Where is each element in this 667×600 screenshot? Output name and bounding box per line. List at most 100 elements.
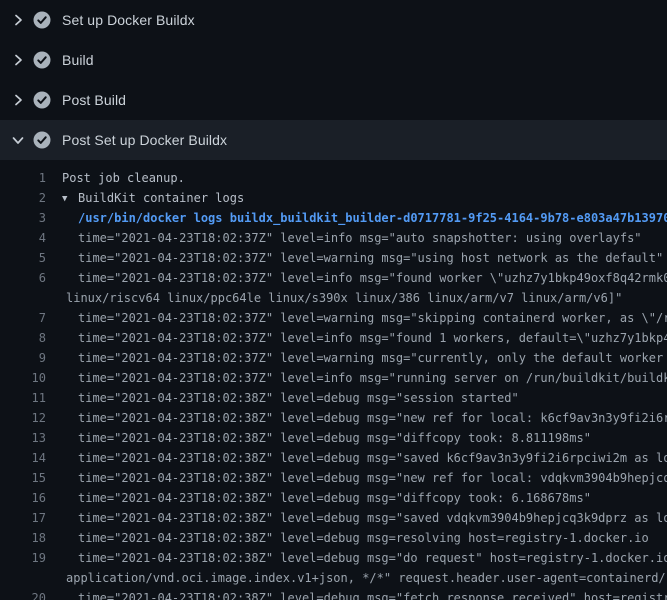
log-area: 1 Post job cleanup. 2 ▼ BuildKit containe… [0, 160, 667, 600]
log-line-text: time="2021-04-23T18:02:37Z" level=warnin… [62, 248, 667, 268]
log-line: 8 time="2021-04-23T18:02:37Z" level=info… [0, 328, 667, 348]
log-line: 1 Post job cleanup. [0, 168, 667, 188]
log-line-number[interactable]: 3 [0, 208, 46, 228]
log-text: time="2021-04-23T18:02:37Z" level=info m… [78, 271, 667, 285]
log-line-number[interactable]: 14 [0, 448, 46, 468]
log-line-text: linux/riscv64 linux/ppc64le linux/s390x … [62, 288, 667, 308]
log-text: time="2021-04-23T18:02:37Z" level=warnin… [78, 351, 667, 365]
log-text: time="2021-04-23T18:02:37Z" level=info m… [78, 371, 667, 385]
step-label: Post Set up Docker Buildx [62, 132, 227, 148]
log-line: 19 time="2021-04-23T18:02:38Z" level=deb… [0, 548, 667, 568]
log-line-text: time="2021-04-23T18:02:38Z" level=debug … [62, 508, 667, 528]
log-line-number[interactable]: 20 [0, 588, 46, 600]
log-text: time="2021-04-23T18:02:37Z" level=warnin… [78, 311, 667, 325]
log-line: 16 time="2021-04-23T18:02:38Z" level=deb… [0, 488, 667, 508]
log-text: time="2021-04-23T18:02:38Z" level=debug … [78, 511, 667, 525]
log-text: time="2021-04-23T18:02:38Z" level=debug … [78, 471, 667, 485]
log-line-number[interactable]: 4 [0, 228, 46, 248]
log-line-number[interactable]: 6 [0, 268, 46, 288]
log-text: time="2021-04-23T18:02:37Z" level=warnin… [78, 251, 663, 265]
step-row[interactable]: Post Set up Docker Buildx [0, 120, 667, 160]
log-line-text: time="2021-04-23T18:02:37Z" level=info m… [62, 268, 667, 288]
log-line: 7 time="2021-04-23T18:02:37Z" level=warn… [0, 308, 667, 328]
log-line: 13 time="2021-04-23T18:02:38Z" level=deb… [0, 428, 667, 448]
log-line: 5 time="2021-04-23T18:02:37Z" level=warn… [0, 248, 667, 268]
log-text: /usr/bin/docker logs buildx_buildkit_bui… [78, 211, 667, 225]
log-line-number[interactable]: 12 [0, 408, 46, 428]
log-line-text: time="2021-04-23T18:02:37Z" level=warnin… [62, 348, 667, 368]
log-text: time="2021-04-23T18:02:38Z" level=debug … [78, 491, 591, 505]
log-line-text: time="2021-04-23T18:02:38Z" level=debug … [62, 448, 667, 468]
log-text: time="2021-04-23T18:02:38Z" level=debug … [78, 591, 667, 600]
log-line: 9 time="2021-04-23T18:02:37Z" level=warn… [0, 348, 667, 368]
chevron-right-icon [10, 52, 26, 68]
check-circle-icon [33, 51, 51, 69]
log-line-text: time="2021-04-23T18:02:38Z" level=debug … [62, 588, 667, 600]
log-line-number[interactable]: 19 [0, 548, 46, 568]
log-line-number[interactable]: 15 [0, 468, 46, 488]
log-line-number[interactable]: 16 [0, 488, 46, 508]
check-circle-icon [33, 11, 51, 29]
chevron-down-icon [10, 132, 26, 148]
log-line-number[interactable]: 5 [0, 248, 46, 268]
log-text: time="2021-04-23T18:02:38Z" level=debug … [78, 451, 667, 465]
log-line: 2 ▼ BuildKit container logs [0, 188, 667, 208]
log-line: linux/riscv64 linux/ppc64le linux/s390x … [0, 288, 667, 308]
chevron-right-icon [10, 12, 26, 28]
log-line: 15 time="2021-04-23T18:02:38Z" level=deb… [0, 468, 667, 488]
log-text: time="2021-04-23T18:02:38Z" level=debug … [78, 531, 649, 545]
log-line-number[interactable]: 8 [0, 328, 46, 348]
step-row[interactable]: Set up Docker Buildx [0, 0, 667, 40]
log-line: 10 time="2021-04-23T18:02:37Z" level=inf… [0, 368, 667, 388]
log-line-text: time="2021-04-23T18:02:38Z" level=debug … [62, 428, 667, 448]
log-text: time="2021-04-23T18:02:38Z" level=debug … [78, 551, 667, 565]
log-line: 18 time="2021-04-23T18:02:38Z" level=deb… [0, 528, 667, 548]
step-row[interactable]: Post Build [0, 80, 667, 120]
log-line: 6 time="2021-04-23T18:02:37Z" level=info… [0, 268, 667, 288]
log-text: time="2021-04-23T18:02:38Z" level=debug … [78, 391, 519, 405]
log-line-text: time="2021-04-23T18:02:37Z" level=info m… [62, 328, 667, 348]
log-line-number[interactable]: 17 [0, 508, 46, 528]
log-line-text: /usr/bin/docker logs buildx_buildkit_bui… [62, 208, 667, 228]
log-text: BuildKit container logs [78, 191, 244, 205]
chevron-right-icon [10, 92, 26, 108]
log-line-number[interactable]: 10 [0, 368, 46, 388]
check-circle-icon [33, 91, 51, 109]
group-toggle-icon[interactable]: ▼ [62, 189, 71, 209]
log-line-text: time="2021-04-23T18:02:38Z" level=debug … [62, 388, 667, 408]
log-line-number[interactable]: 9 [0, 348, 46, 368]
log-line-number[interactable]: 7 [0, 308, 46, 328]
check-circle-icon [33, 131, 51, 149]
log-line: application/vnd.oci.image.index.v1+json,… [0, 568, 667, 588]
log-text: linux/riscv64 linux/ppc64le linux/s390x … [66, 291, 622, 305]
step-label: Post Build [62, 92, 126, 108]
step-row[interactable]: Build [0, 40, 667, 80]
log-line-text: time="2021-04-23T18:02:38Z" level=debug … [62, 548, 667, 568]
log-text: time="2021-04-23T18:02:38Z" level=debug … [78, 411, 667, 425]
log-text: Post job cleanup. [62, 171, 185, 185]
step-label: Build [62, 52, 94, 68]
step-label: Set up Docker Buildx [62, 12, 195, 28]
log-line: 3 /usr/bin/docker logs buildx_buildkit_b… [0, 208, 667, 228]
log-line-number[interactable]: 18 [0, 528, 46, 548]
log-line-number[interactable]: 1 [0, 168, 46, 188]
log-line: 4 time="2021-04-23T18:02:37Z" level=info… [0, 228, 667, 248]
log-line-number[interactable]: 11 [0, 388, 46, 408]
log-line-text: Post job cleanup. [62, 168, 667, 188]
log-line-text: time="2021-04-23T18:02:38Z" level=debug … [62, 408, 667, 428]
log-line-number[interactable]: 2 [0, 188, 46, 208]
log-text: time="2021-04-23T18:02:37Z" level=info m… [78, 331, 667, 345]
log-line: 12 time="2021-04-23T18:02:38Z" level=deb… [0, 408, 667, 428]
log-text: time="2021-04-23T18:02:38Z" level=debug … [78, 431, 591, 445]
log-text: time="2021-04-23T18:02:37Z" level=info m… [78, 231, 642, 245]
log-line-text: ▼ BuildKit container logs [62, 188, 667, 208]
log-line: 17 time="2021-04-23T18:02:38Z" level=deb… [0, 508, 667, 528]
log-line: 11 time="2021-04-23T18:02:38Z" level=deb… [0, 388, 667, 408]
log-line-text: application/vnd.oci.image.index.v1+json,… [62, 568, 667, 588]
log-line-text: time="2021-04-23T18:02:38Z" level=debug … [62, 528, 667, 548]
log-line-number[interactable]: 13 [0, 428, 46, 448]
log-text: application/vnd.oci.image.index.v1+json,… [66, 571, 667, 585]
workflow-log-panel: Set up Docker Buildx [0, 0, 667, 600]
log-line: 14 time="2021-04-23T18:02:38Z" level=deb… [0, 448, 667, 468]
log-line-text: time="2021-04-23T18:02:37Z" level=warnin… [62, 308, 667, 328]
